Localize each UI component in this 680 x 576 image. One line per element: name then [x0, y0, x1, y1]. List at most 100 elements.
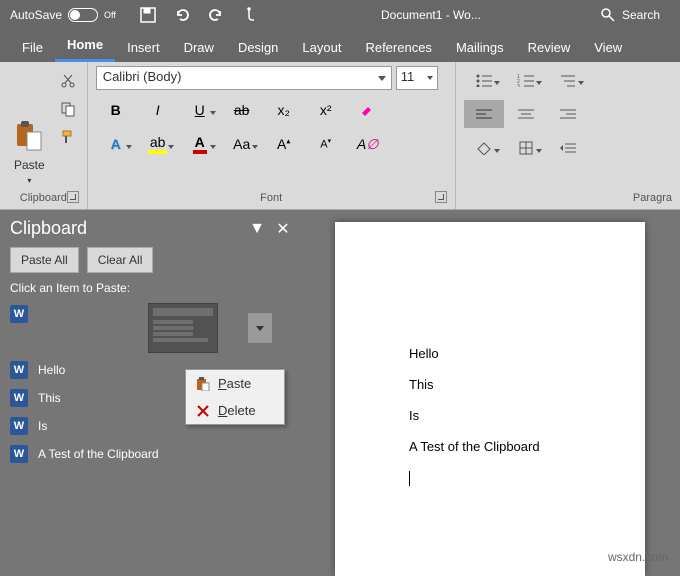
chevron-down-icon: ▾	[27, 176, 31, 185]
pane-header: Clipboard ▼ ✕	[10, 218, 290, 239]
borders-button[interactable]	[506, 134, 546, 162]
autosave-toggle[interactable]: AutoSave Off	[0, 8, 126, 22]
group-paragraph: 123 Paragra	[456, 62, 680, 209]
search-placeholder: Search	[622, 8, 660, 22]
decrease-indent-button[interactable]	[548, 134, 588, 162]
cut-button[interactable]	[57, 70, 79, 92]
align-left-button[interactable]	[464, 100, 504, 128]
clipboard-item-text: Is	[38, 419, 47, 433]
highlighter-icon	[359, 101, 377, 119]
context-delete-key: D	[218, 403, 227, 418]
svg-text:3: 3	[517, 84, 520, 87]
tab-home[interactable]: Home	[55, 30, 115, 62]
clipboard-item[interactable]: A Test of the Clipboard	[10, 443, 290, 465]
clipboard-item-image[interactable]	[10, 303, 28, 325]
document-page[interactable]: Hello This Is A Test of the Clipboard	[335, 222, 645, 576]
strikethrough-button[interactable]: ab	[222, 96, 262, 124]
touchmode-icon[interactable]	[242, 7, 258, 23]
text-cursor	[409, 471, 410, 486]
text-highlight-button[interactable]	[348, 96, 388, 124]
font-size-combo[interactable]: 11	[396, 66, 438, 90]
tab-file[interactable]: File	[10, 33, 55, 62]
undo-icon[interactable]	[174, 7, 190, 23]
word-icon	[10, 417, 28, 435]
format-painter-button[interactable]	[57, 126, 79, 148]
paste-icon	[196, 377, 210, 391]
scissors-icon	[60, 73, 76, 89]
numbering-icon: 123	[517, 73, 535, 87]
align-right-button[interactable]	[548, 100, 588, 128]
document-title: Document1 - Wo...	[272, 8, 590, 22]
pane-options-button[interactable]: ▼	[250, 222, 264, 236]
clipboard-item-text: A Test of the Clipboard	[38, 447, 159, 461]
document-line: Hello	[409, 346, 615, 361]
decrease-indent-icon	[560, 142, 576, 154]
save-icon[interactable]	[140, 7, 156, 23]
tab-view[interactable]: View	[582, 33, 634, 62]
document-line: A Test of the Clipboard	[409, 439, 615, 454]
delete-x-icon	[196, 404, 210, 418]
pane-hint: Click an Item to Paste:	[10, 281, 290, 295]
copy-icon	[60, 101, 76, 117]
shading-button[interactable]	[464, 134, 504, 162]
underline-button[interactable]: U	[180, 96, 220, 124]
redo-icon[interactable]	[208, 7, 224, 23]
context-paste-rest: aste	[227, 376, 252, 391]
tab-references[interactable]: References	[353, 33, 443, 62]
tab-design[interactable]: Design	[226, 33, 290, 62]
search-icon	[600, 7, 616, 23]
clear-formatting-button[interactable]: A∅	[348, 130, 388, 158]
document-line: Is	[409, 408, 615, 423]
tab-insert[interactable]: Insert	[115, 33, 172, 62]
clipboard-items: Hello This Is A Test of the Clipboard Pa…	[10, 303, 290, 465]
context-paste[interactable]: Paste	[186, 370, 284, 397]
context-delete[interactable]: Delete	[186, 397, 284, 424]
ribbon-tabs: File Home Insert Draw Design Layout Refe…	[0, 30, 680, 62]
align-center-button[interactable]	[506, 100, 546, 128]
tab-layout[interactable]: Layout	[290, 33, 353, 62]
document-area: Hello This Is A Test of the Clipboard	[300, 210, 680, 576]
title-bar: AutoSave Off Document1 - Wo... Search	[0, 0, 680, 30]
numbering-button[interactable]: 123	[506, 66, 546, 94]
shrink-font-button[interactable]: A▾	[306, 130, 346, 158]
tab-draw[interactable]: Draw	[172, 33, 226, 62]
search-box[interactable]: Search	[590, 7, 680, 23]
lower-area: Clipboard ▼ ✕ Paste All Clear All Click …	[0, 210, 680, 576]
word-icon	[10, 305, 28, 323]
grow-font-button[interactable]: A▴	[264, 130, 304, 158]
clear-all-button[interactable]: Clear All	[87, 247, 154, 273]
context-delete-rest: elete	[227, 403, 255, 418]
clipboard-item-text: This	[38, 391, 61, 405]
text-effects-button[interactable]: A	[96, 130, 136, 158]
toggle-off-icon	[68, 8, 98, 22]
tab-review[interactable]: Review	[516, 33, 583, 62]
font-color-button[interactable]: A	[180, 130, 220, 158]
word-icon	[10, 389, 28, 407]
watermark: wsxdn.com	[608, 550, 668, 564]
bullets-button[interactable]	[464, 66, 504, 94]
change-case-button[interactable]: Aa	[222, 130, 262, 158]
clipboard-item-context-menu: Paste Delete	[185, 369, 285, 425]
word-icon	[10, 445, 28, 463]
borders-icon	[519, 141, 533, 155]
clipboard-image-thumb	[148, 303, 218, 353]
multilevel-list-button[interactable]	[548, 66, 588, 94]
font-name-combo[interactable]: Calibri (Body)	[96, 66, 392, 90]
highlight-color-button[interactable]: ab	[138, 130, 178, 158]
quick-access-toolbar	[126, 7, 272, 23]
item-dropdown-button[interactable]	[248, 313, 272, 343]
tab-mailings[interactable]: Mailings	[444, 33, 516, 62]
group-label-clipboard: Clipboard	[8, 189, 79, 207]
clipboard-launcher[interactable]	[67, 191, 79, 203]
align-right-icon	[560, 108, 576, 120]
copy-button[interactable]	[57, 98, 79, 120]
paste-all-button[interactable]: Paste All	[10, 247, 79, 273]
multilevel-icon	[559, 73, 577, 87]
paste-button[interactable]: Paste ▾	[8, 66, 51, 189]
italic-button[interactable]: I	[138, 96, 178, 124]
superscript-button[interactable]: x²	[306, 96, 346, 124]
bold-button[interactable]: B	[96, 96, 136, 124]
subscript-button[interactable]: x₂	[264, 96, 304, 124]
font-launcher[interactable]	[435, 191, 447, 203]
pane-close-button[interactable]: ✕	[276, 222, 290, 236]
